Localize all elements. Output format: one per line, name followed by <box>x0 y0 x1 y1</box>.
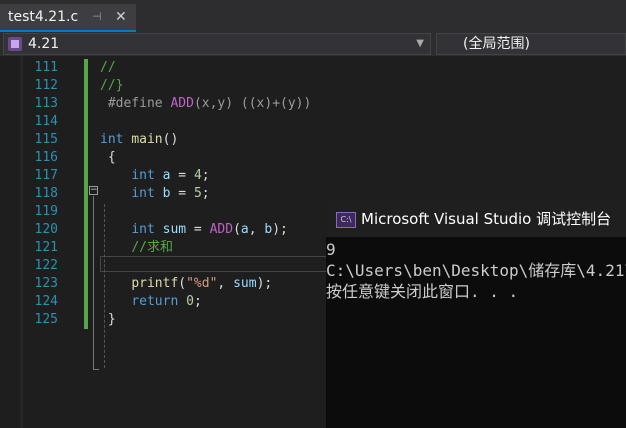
line-number: 111 <box>34 60 58 75</box>
line-number: 112 <box>34 78 58 93</box>
console-output-line: 9 <box>326 240 336 259</box>
change-indicator <box>84 293 88 311</box>
line-number: 124 <box>34 294 58 309</box>
change-indicator <box>84 239 88 257</box>
code-text: int main() <box>100 132 179 147</box>
global-scope-dropdown[interactable]: (全局范围) <box>436 33 626 55</box>
code-text: printf("%d", sum); <box>131 276 273 291</box>
change-indicator <box>84 95 88 113</box>
navigation-bar: 4.21 ▼ (全局范围) <box>0 32 626 56</box>
code-text: #define ADD(x,y) ((x)+(y)) <box>100 96 312 111</box>
change-indicator <box>84 203 88 221</box>
code-text: int b = 5; <box>131 186 210 201</box>
code-line[interactable]: 111 // <box>0 59 626 77</box>
line-number: 113 <box>34 96 58 111</box>
chevron-down-icon[interactable]: ▼ <box>416 34 424 54</box>
line-number: 125 <box>34 312 58 327</box>
code-line[interactable]: 118 int b = 5; <box>0 185 626 203</box>
line-number: 114 <box>34 114 58 129</box>
line-number: 122 <box>34 258 58 273</box>
code-text: //} <box>100 78 124 93</box>
tab-filename: test4.21.c <box>8 9 79 25</box>
console-output-line: C:\Users\ben\Desktop\储存库\4.21\ <box>326 261 626 280</box>
project-scope-label: 4.21 <box>28 36 60 52</box>
line-number: 119 <box>34 204 58 219</box>
project-scope-dropdown[interactable]: 4.21 ▼ <box>3 33 431 55</box>
code-text: int sum = ADD(a, b); <box>131 222 288 237</box>
code-text: int a = 4; <box>131 168 210 183</box>
change-indicator <box>84 113 88 131</box>
change-indicator <box>84 185 88 203</box>
console-title-bar[interactable]: C:\ Microsoft Visual Studio 调试控制台 <box>326 202 626 237</box>
console-title: Microsoft Visual Studio 调试控制台 <box>361 210 612 228</box>
code-text: return 0; <box>131 294 202 309</box>
change-indicator <box>84 257 88 275</box>
line-number: 118 <box>34 186 58 201</box>
console-output-line: 按任意键关闭此窗口. . . <box>326 282 519 301</box>
close-icon[interactable]: ✕ <box>115 4 127 30</box>
code-line[interactable]: 116 { <box>0 149 626 167</box>
code-line[interactable]: 115 int main() <box>0 131 626 149</box>
change-indicator <box>84 311 88 329</box>
line-number: 116 <box>34 150 58 165</box>
code-line[interactable]: 112 //} <box>0 77 626 95</box>
change-indicator <box>84 221 88 239</box>
pin-icon[interactable]: ⊣ <box>92 4 102 30</box>
line-number: 123 <box>34 276 58 291</box>
change-indicator <box>84 275 88 293</box>
line-number: 117 <box>34 168 58 183</box>
line-number: 121 <box>34 240 58 255</box>
tab-strip: test4.21.c ⊣ ✕ <box>0 0 626 32</box>
change-indicator <box>84 77 88 95</box>
change-indicator <box>84 131 88 149</box>
debug-console-window[interactable]: C:\ Microsoft Visual Studio 调试控制台 9 C:\U… <box>326 202 626 428</box>
code-line[interactable]: 114 <box>0 113 626 131</box>
console-app-icon: C:\ <box>336 212 356 228</box>
code-text: } <box>100 312 116 327</box>
line-number: 115 <box>34 132 58 147</box>
code-line[interactable]: 117 int a = 4; <box>0 167 626 185</box>
change-indicator <box>84 167 88 185</box>
fold-guide-end <box>93 369 99 370</box>
code-text: //求和 <box>131 240 173 255</box>
line-number: 120 <box>34 222 58 237</box>
tab-test4-21-c[interactable]: test4.21.c ⊣ ✕ <box>0 4 136 32</box>
code-text: { <box>100 150 116 165</box>
code-line[interactable]: 113 #define ADD(x,y) ((x)+(y)) <box>0 95 626 113</box>
code-text: // <box>100 60 116 75</box>
project-icon <box>8 37 22 51</box>
change-indicator <box>84 149 88 167</box>
change-indicator <box>84 59 88 77</box>
